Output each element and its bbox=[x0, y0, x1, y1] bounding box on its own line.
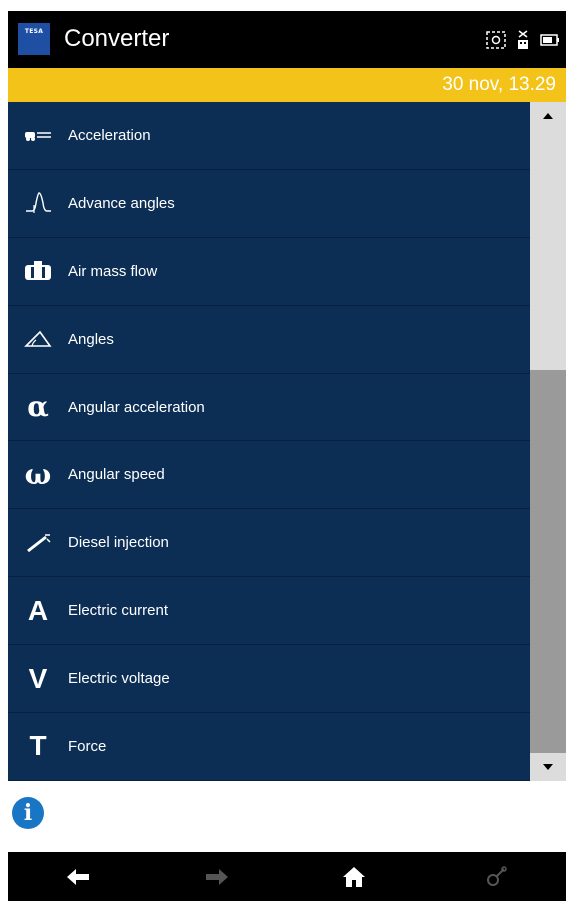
injector-icon bbox=[8, 533, 68, 553]
date-bar: 30 nov, 13.29 bbox=[8, 68, 566, 102]
list-item-label: Angles bbox=[68, 330, 114, 348]
navigation-bar bbox=[8, 852, 566, 901]
list-scrollbar[interactable] bbox=[530, 102, 566, 781]
scroll-thumb[interactable] bbox=[530, 370, 566, 753]
list-item-acceleration[interactable]: Acceleration bbox=[8, 102, 530, 170]
list-item-air-mass-flow[interactable]: Air mass flow bbox=[8, 238, 530, 306]
list-item-angles[interactable]: Angles bbox=[8, 306, 530, 374]
list-item-label: Angular speed bbox=[68, 466, 165, 484]
force-icon: T bbox=[8, 731, 68, 761]
list-item-label: Acceleration bbox=[68, 126, 151, 144]
omega-icon: ω bbox=[8, 457, 68, 491]
scroll-down-button[interactable] bbox=[530, 753, 566, 781]
alpha-icon: α bbox=[8, 392, 68, 422]
list-item-label: Electric voltage bbox=[68, 670, 170, 688]
battery-icon bbox=[540, 34, 559, 46]
title-bar: TESA Converter bbox=[8, 11, 566, 68]
acceleration-icon bbox=[8, 129, 68, 142]
status-icons bbox=[486, 29, 560, 51]
list-item-angular-acceleration[interactable]: α Angular acceleration bbox=[8, 374, 530, 442]
list-item-diesel-injection[interactable]: Diesel injection bbox=[8, 509, 530, 578]
ampere-glyph: A bbox=[27, 594, 49, 626]
air-mass-flow-icon bbox=[8, 260, 68, 282]
home-icon[interactable] bbox=[340, 864, 368, 890]
date-time: 30 nov, 13.29 bbox=[442, 74, 556, 95]
triangle-down-icon bbox=[543, 764, 553, 770]
settings-icon[interactable] bbox=[482, 864, 510, 890]
volt-glyph: V bbox=[28, 662, 48, 694]
app-title: Converter bbox=[64, 25, 170, 52]
list-item-advance-angles[interactable]: Advance angles bbox=[8, 170, 530, 238]
scroll-up-button[interactable] bbox=[530, 102, 566, 130]
list-item-label: Force bbox=[68, 737, 107, 755]
list-item-label: Angular acceleration bbox=[68, 398, 205, 416]
list-item-label: Advance angles bbox=[68, 194, 175, 212]
usb-icon bbox=[518, 30, 528, 49]
list-item-label: Diesel injection bbox=[68, 534, 169, 552]
list-item-angular-speed[interactable]: ω Angular speed bbox=[8, 441, 530, 510]
back-arrow-icon[interactable] bbox=[64, 864, 92, 890]
screenshot-icon bbox=[486, 31, 506, 49]
list-item-force[interactable]: T Force bbox=[8, 713, 530, 781]
tesa-logo: TESA bbox=[18, 23, 50, 55]
converter-list: Acceleration Advance angles Air mass flo… bbox=[8, 102, 530, 781]
force-glyph: T bbox=[29, 730, 47, 762]
triangle-up-icon bbox=[543, 113, 553, 119]
list-item-label: Air mass flow bbox=[68, 262, 158, 280]
angles-icon bbox=[8, 329, 68, 349]
info-icon[interactable]: i bbox=[12, 797, 44, 829]
info-bar: i bbox=[8, 781, 566, 852]
alpha-glyph: α bbox=[27, 390, 49, 423]
omega-glyph: ω bbox=[24, 457, 52, 491]
advance-angles-icon bbox=[8, 191, 68, 215]
list-item-electric-current[interactable]: A Electric current bbox=[8, 577, 530, 646]
list-item-label: Electric current bbox=[68, 602, 169, 620]
list-item-electric-voltage[interactable]: V Electric voltage bbox=[8, 645, 530, 714]
logo-text: TESA bbox=[24, 28, 44, 35]
forward-arrow-icon[interactable] bbox=[203, 864, 231, 890]
ampere-icon: A bbox=[8, 594, 68, 626]
volt-icon: V bbox=[8, 662, 68, 694]
